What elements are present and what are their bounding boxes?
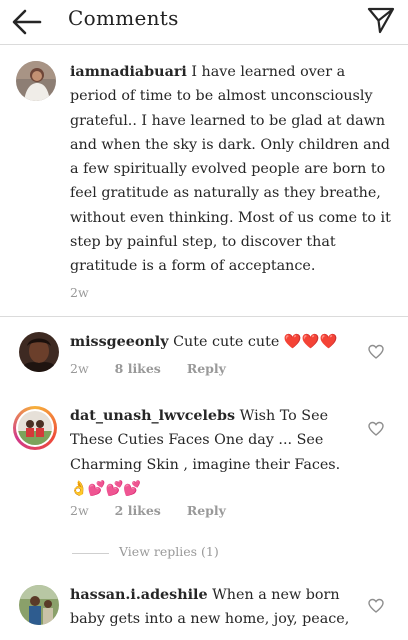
heart-outline-icon bbox=[368, 598, 384, 613]
caption-meta: 2w bbox=[70, 285, 111, 300]
heart-outline-icon bbox=[368, 421, 384, 436]
avatar[interactable] bbox=[19, 585, 59, 625]
comment-meta: 2w 8 likes Reply bbox=[70, 361, 248, 376]
avatar[interactable] bbox=[16, 61, 56, 101]
reply-button[interactable]: Reply bbox=[187, 361, 226, 376]
paper-plane-icon bbox=[367, 7, 395, 34]
ok-hand-hearts-emoji: 👌💕💕💕 bbox=[70, 480, 142, 497]
heart-emoji: ❤️❤️❤️ bbox=[283, 334, 338, 350]
username[interactable]: iamnadiabuari bbox=[70, 64, 187, 80]
comments-header: Comments bbox=[0, 0, 408, 45]
reply-button[interactable]: Reply bbox=[187, 503, 226, 518]
caption-body: I have learned over a period of time to … bbox=[70, 64, 391, 275]
comment-text: hassan.i.adeshile When a new born baby g… bbox=[70, 583, 370, 632]
like-button[interactable] bbox=[368, 421, 384, 437]
comment-text: missgeeonly Cute cute cute ❤️❤️❤️ bbox=[70, 330, 370, 354]
like-button[interactable] bbox=[368, 344, 384, 360]
timestamp: 2w bbox=[70, 361, 89, 376]
back-button[interactable] bbox=[10, 8, 44, 36]
comment-body: Cute cute cute bbox=[173, 334, 280, 350]
likes-count[interactable]: 8 likes bbox=[115, 361, 161, 376]
likes-count[interactable]: 2 likes bbox=[115, 503, 161, 518]
caption-text: iamnadiabuari I have learned over a peri… bbox=[70, 60, 396, 279]
username[interactable]: missgeeonly bbox=[70, 334, 169, 350]
view-replies-line bbox=[72, 553, 109, 554]
comment-meta: 2w 2 likes Reply bbox=[70, 503, 248, 518]
caption-divider bbox=[0, 316, 408, 317]
page-title: Comments bbox=[68, 6, 179, 30]
share-button[interactable] bbox=[366, 5, 396, 35]
timestamp: 2w bbox=[70, 503, 89, 518]
username[interactable]: dat_unash_lwvcelebs bbox=[70, 408, 235, 424]
comment-text: dat_unash_lwvcelebs Wish To See These Cu… bbox=[70, 404, 370, 501]
timestamp: 2w bbox=[70, 285, 89, 300]
username[interactable]: hassan.i.adeshile bbox=[70, 587, 208, 603]
avatar[interactable] bbox=[19, 332, 59, 372]
heart-outline-icon bbox=[368, 344, 384, 359]
arrow-left-icon bbox=[12, 9, 42, 35]
view-replies-button[interactable]: View replies (1) bbox=[119, 544, 219, 559]
avatar[interactable] bbox=[13, 406, 57, 450]
like-button[interactable] bbox=[368, 598, 384, 614]
